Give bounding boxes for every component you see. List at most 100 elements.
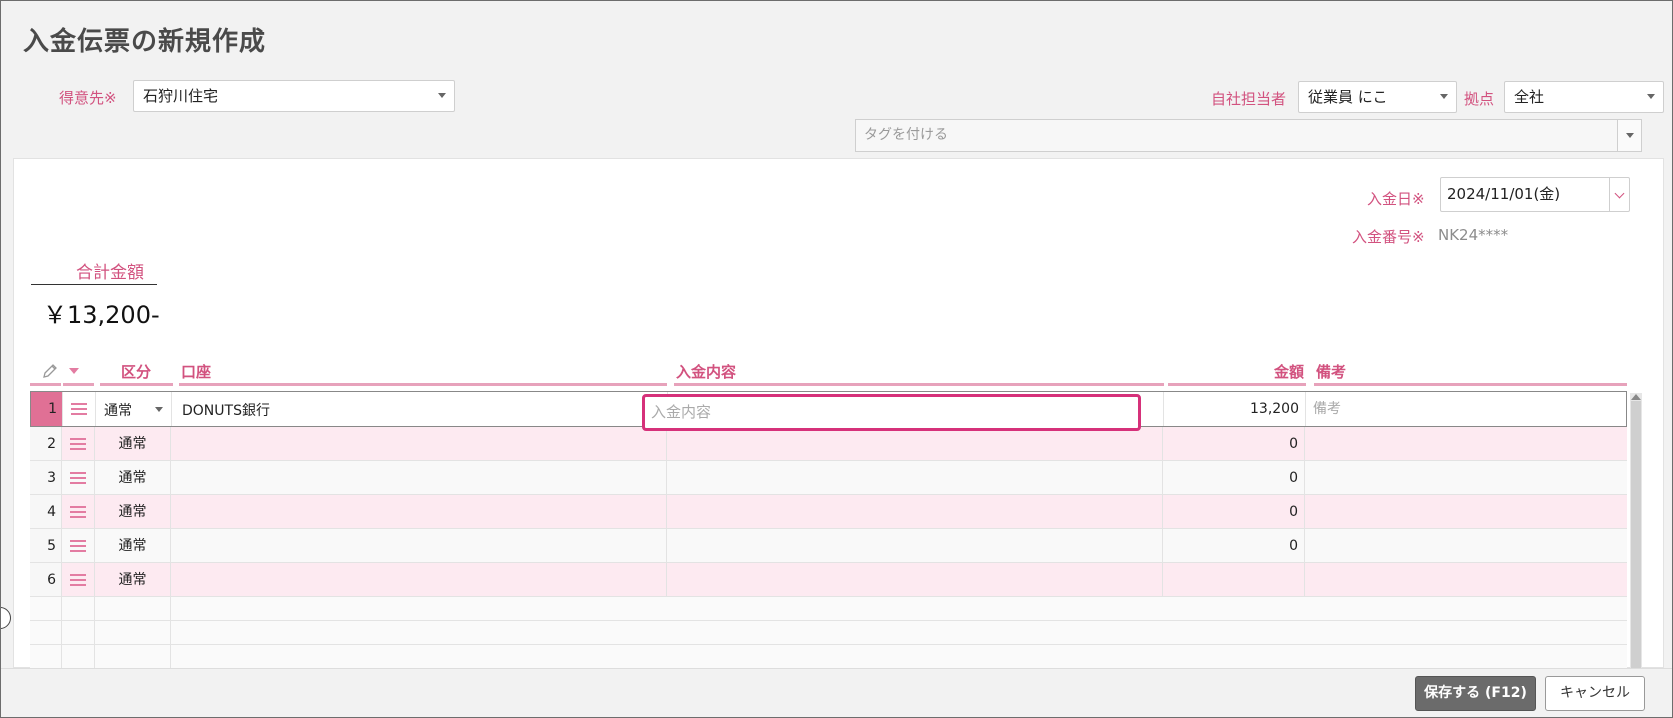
amount-input[interactable]: 13,200 [1164,392,1306,426]
date-value: 2024/11/01(金) [1447,185,1561,203]
hamburger-icon [70,506,86,518]
row-number: 1 [31,392,63,426]
branch-select[interactable]: 全社 [1504,81,1664,113]
description-cell[interactable] [667,461,1163,495]
type-select[interactable]: 通常 [96,392,172,426]
customer-select[interactable]: 石狩川住宅 [133,80,455,112]
number-label: 入金番号※ [1352,228,1425,246]
table-row[interactable]: 3 通常 0 [30,461,1627,495]
date-input[interactable]: 2024/11/01(金) [1440,177,1630,212]
column-header-note: 備考 [1316,363,1347,381]
row-menu[interactable] [62,529,95,563]
scrollbar-thumb[interactable] [1631,401,1641,668]
description-input[interactable]: 入金内容 [642,394,1141,431]
row-menu[interactable] [62,563,95,597]
empty-cell [95,645,171,669]
header-underline [1314,383,1627,386]
account-cell[interactable] [171,563,667,597]
hamburger-icon [70,540,86,552]
account-cell[interactable] [171,461,667,495]
scroll-up-arrow-icon[interactable] [1631,394,1641,400]
empty-cell [30,597,62,621]
note-cell[interactable] [1305,563,1625,597]
empty-cell [30,645,62,669]
table-row[interactable]: 4 通常 0 [30,495,1627,529]
empty-cell [95,621,171,645]
pencil-icon[interactable] [41,362,59,380]
account-select[interactable]: DONUTS銀行 [172,392,668,426]
page-title: 入金伝票の新規作成 [23,27,267,57]
account-cell[interactable] [171,495,667,529]
note-input[interactable]: 備考 [1306,392,1626,426]
table-row[interactable]: 2 通常 0 [30,427,1627,461]
row-number: 2 [30,427,62,461]
note-cell[interactable] [1305,461,1625,495]
table-row[interactable]: 5 通常 0 [30,529,1627,563]
note-cell[interactable] [1305,529,1625,563]
column-header-amount: 金額 [1274,363,1305,381]
type-cell[interactable]: 通常 [95,563,171,597]
note-cell[interactable] [1305,427,1625,461]
side-toggle-handle[interactable] [1,607,11,629]
row-number: 4 [30,495,62,529]
branch-value: 全社 [1514,88,1545,106]
amount-cell[interactable]: 0 [1163,461,1305,495]
type-cell[interactable]: 通常 [95,495,171,529]
chevron-down-icon [1614,188,1625,199]
account-cell[interactable] [171,529,667,563]
amount-cell[interactable]: 0 [1163,529,1305,563]
row-menu[interactable] [62,461,95,495]
description-cell[interactable] [667,563,1163,597]
amount-cell[interactable]: 0 [1163,427,1305,461]
amount-cell[interactable]: 0 [1163,495,1305,529]
tag-dropdown-button[interactable] [1617,120,1641,151]
row-number: 6 [30,563,62,597]
date-picker-button[interactable] [1609,178,1629,211]
column-menu-icon[interactable] [69,368,79,374]
description-cell[interactable] [667,427,1163,461]
type-cell[interactable]: 通常 [95,461,171,495]
hamburger-icon [70,574,86,586]
hamburger-icon [70,472,86,484]
table-row-empty [30,621,1627,645]
type-cell[interactable]: 通常 [95,427,171,461]
total-label: 合計金額 [76,263,144,283]
row-menu[interactable] [63,392,96,426]
chevron-down-icon [438,93,446,98]
column-header-type: 区分 [121,363,152,381]
hamburger-icon [70,438,86,450]
tag-input[interactable]: タグを付ける [855,119,1642,152]
table-row[interactable]: 6 通常 [30,563,1627,597]
customer-value: 石狩川住宅 [143,87,219,105]
empty-cell [62,597,95,621]
header-underline [674,383,1164,386]
chevron-down-icon [1440,94,1448,99]
table-row-empty [30,597,1627,621]
type-cell[interactable]: 通常 [95,529,171,563]
save-button[interactable]: 保存する (F12) [1415,676,1536,711]
description-cell[interactable] [667,529,1163,563]
note-cell[interactable] [1305,495,1625,529]
empty-cell [95,597,171,621]
empty-cell [30,621,62,645]
staff-label: 自社担当者 [1211,90,1287,108]
empty-cell [62,621,95,645]
hamburger-icon [71,403,87,415]
account-cell[interactable] [171,427,667,461]
total-divider [31,284,157,285]
chevron-down-icon [1647,94,1655,99]
cancel-button[interactable]: キャンセル [1545,676,1645,711]
customer-label: 得意先※ [59,89,117,107]
header-underline [1168,383,1306,386]
description-cell[interactable] [667,495,1163,529]
staff-select[interactable]: 従業員 にこ [1298,81,1457,113]
amount-cell[interactable] [1163,563,1305,597]
row-number: 5 [30,529,62,563]
header-underline [30,383,61,386]
date-label: 入金日※ [1367,190,1425,208]
type-value: 通常 [104,403,132,419]
staff-value: 従業員 にこ [1308,88,1388,106]
row-menu[interactable] [62,427,95,461]
row-number: 3 [30,461,62,495]
row-menu[interactable] [62,495,95,529]
